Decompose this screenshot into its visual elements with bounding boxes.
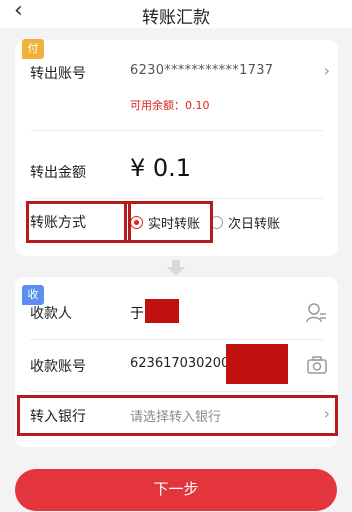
from-account-label: 转出账号 [30, 66, 86, 82]
amount-label: 转出金额 [30, 165, 86, 181]
divider [30, 339, 323, 340]
arrow-down-icon [167, 260, 185, 276]
divider [30, 130, 323, 131]
camera-icon[interactable] [306, 354, 328, 376]
highlight-bank-row [17, 395, 338, 436]
available-balance: 可用余额：0.10 [130, 99, 210, 112]
receive-badge: 收 [22, 285, 44, 305]
highlight-method-label [26, 201, 131, 243]
divider [30, 198, 323, 199]
redaction-block [226, 344, 288, 384]
redaction-block [145, 299, 179, 323]
payee-account-input[interactable]: 623617030200 [130, 356, 229, 371]
chevron-right-icon[interactable]: › [324, 61, 330, 80]
from-account-number[interactable]: 6230***********1737 [130, 63, 273, 78]
payee-name-label: 收款人 [30, 306, 72, 322]
highlight-realtime-option [124, 201, 213, 243]
header-bar: ‹ 转账汇款 [0, 0, 352, 28]
next-step-button[interactable]: 下一步 [15, 469, 337, 511]
contact-person-icon[interactable] [305, 302, 327, 324]
payee-account-label: 收款账号 [30, 359, 86, 375]
amount-value[interactable]: ¥ 0.1 [130, 154, 191, 182]
page-title: 转账汇款 [142, 8, 210, 28]
divider [30, 391, 323, 392]
next-day-option-label[interactable]: 次日转账 [228, 213, 280, 232]
pay-badge: 付 [22, 39, 44, 59]
payee-name-input[interactable]: 于 [130, 303, 144, 323]
